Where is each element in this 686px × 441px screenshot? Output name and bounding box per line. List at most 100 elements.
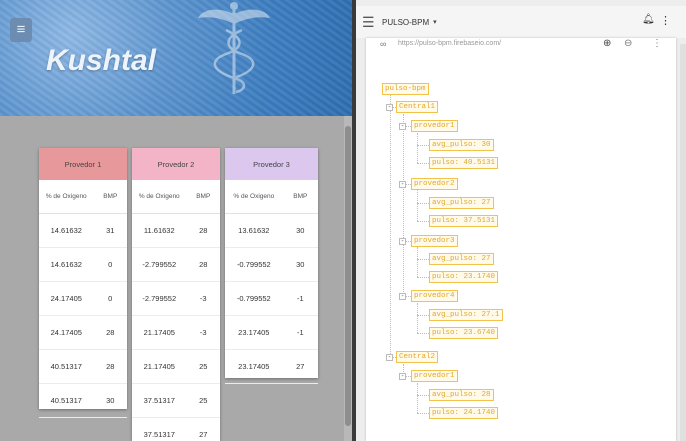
collapse-icon[interactable]: - bbox=[386, 354, 393, 361]
provider-1-card: Provedor 1 % de Oxigeno BMP 14.61632 31 1… bbox=[39, 148, 127, 418]
bpm-cell: -1 bbox=[296, 294, 304, 303]
tree-node-central2[interactable]: Central2 bbox=[396, 351, 439, 363]
hamburger-icon[interactable]: ☰ bbox=[362, 14, 376, 31]
bpm-col-header: BMP bbox=[103, 193, 118, 200]
bpm-cell: 28 bbox=[106, 362, 115, 371]
more-vert-icon[interactable]: ⋮ bbox=[660, 14, 671, 27]
database-panel: ∞ https://pulso-bpm.firebaseio.com/ ⊕ ⊖ … bbox=[366, 38, 676, 441]
oxygen-cell: -0.799552 bbox=[236, 294, 271, 303]
bpm-cell: -3 bbox=[199, 328, 207, 337]
collapse-icon[interactable]: - bbox=[399, 181, 406, 188]
table-row: 11.61632 28 bbox=[132, 214, 220, 248]
tree-line bbox=[417, 333, 429, 334]
tree-line bbox=[417, 277, 429, 278]
table-row: -2.799552 28 bbox=[132, 248, 220, 282]
bpm-cell: 30 bbox=[106, 396, 115, 405]
tree-leaf-pulso[interactable]: pulso: 40.5131 bbox=[429, 157, 499, 169]
collapse-icon[interactable]: - bbox=[399, 123, 406, 130]
oxygen-cell: 37.51317 bbox=[143, 430, 175, 439]
oxygen-cell: 24.17405 bbox=[50, 294, 82, 303]
menu-icon[interactable]: ≡ bbox=[10, 18, 32, 42]
oxygen-cell: 21.17405 bbox=[143, 362, 175, 371]
tree-leaf-avg-pulso[interactable]: avg_pulso: 30 bbox=[429, 139, 494, 151]
tree-line bbox=[417, 203, 429, 204]
bpm-cell: 30 bbox=[296, 226, 305, 235]
remove-circle-icon[interactable]: ⊖ bbox=[624, 38, 632, 49]
collapse-icon[interactable]: - bbox=[386, 104, 393, 111]
oxygen-cell: 11.61632 bbox=[143, 226, 175, 235]
bpm-cell: 0 bbox=[108, 294, 113, 303]
bpm-cell: 31 bbox=[106, 226, 115, 235]
oxygen-cell: 40.51317 bbox=[50, 396, 82, 405]
tree-line bbox=[417, 221, 429, 222]
link-icon: ∞ bbox=[380, 39, 387, 49]
oxygen-col-header: % de Oxigeno bbox=[233, 193, 275, 200]
database-url[interactable]: https://pulso-bpm.firebaseio.com/ bbox=[398, 40, 501, 47]
table-row: 14.61632 31 bbox=[39, 214, 127, 248]
bpm-cell: -1 bbox=[296, 328, 304, 337]
table-row: 21.17405 25 bbox=[132, 350, 220, 384]
bpm-cell: 28 bbox=[199, 226, 208, 235]
bpm-cell: 27 bbox=[199, 430, 208, 439]
oxygen-cell: -0.799552 bbox=[236, 260, 271, 269]
oxygen-col-header: % de Oxigeno bbox=[45, 193, 87, 200]
project-selector[interactable]: PULSO-BPM bbox=[382, 18, 429, 27]
table-row: 37.51317 25 bbox=[132, 384, 220, 418]
oxygen-col-header: % de Oxigeno bbox=[138, 193, 180, 200]
collapse-icon[interactable]: - bbox=[399, 373, 406, 380]
table-row: 40.51317 28 bbox=[39, 350, 127, 384]
firebase-console: ☰ PULSO-BPM ▾ 🔔︎ ⋮ ∞ https://pulso-bpm.f… bbox=[356, 0, 686, 441]
collapse-icon[interactable]: - bbox=[399, 238, 406, 245]
bpm-cell: 27 bbox=[296, 362, 305, 371]
tree-leaf-pulso[interactable]: pulso: 23.6740 bbox=[429, 327, 499, 339]
tree-line bbox=[417, 303, 418, 333]
table-row: 23.17405 27 bbox=[225, 350, 318, 384]
tree-node-central1[interactable]: Central1 bbox=[396, 101, 439, 113]
table-row: 40.51317 30 bbox=[39, 384, 127, 418]
left-scrollbar[interactable] bbox=[344, 116, 352, 441]
more-vert-icon[interactable]: ⋮ bbox=[652, 38, 662, 49]
tree-node-provedor3[interactable]: provedor3 bbox=[411, 235, 458, 247]
tree-node-provedor1[interactable]: provedor1 bbox=[411, 370, 458, 382]
bpm-cell: -3 bbox=[199, 294, 207, 303]
tree-leaf-pulso[interactable]: pulso: 24.1740 bbox=[429, 407, 499, 419]
tree-node-provedor1[interactable]: provedor1 bbox=[411, 120, 458, 132]
collapse-icon[interactable]: - bbox=[399, 293, 406, 300]
brand-title: Kushtal bbox=[46, 44, 157, 77]
tree-leaf-pulso[interactable]: pulso: 37.5131 bbox=[429, 215, 499, 227]
chevron-down-icon[interactable]: ▾ bbox=[433, 18, 437, 26]
tree-line bbox=[417, 145, 429, 146]
firebase-topbar: ☰ PULSO-BPM ▾ 🔔︎ ⋮ bbox=[356, 6, 686, 38]
tree-node-root[interactable]: pulso-bpm bbox=[382, 83, 429, 95]
kushtal-app: ≡ Kushtal Provedor 1 % de Oxigeno BMP 14… bbox=[0, 0, 352, 441]
oxygen-cell: 14.61632 bbox=[50, 226, 82, 235]
table-row: -0.799552 -1 bbox=[225, 282, 318, 316]
oxygen-cell: 40.51317 bbox=[50, 362, 82, 371]
table-row: -0.799552 30 bbox=[225, 248, 318, 282]
table-row: 21.17405 -3 bbox=[132, 316, 220, 350]
tree-node-provedor4[interactable]: provedor4 bbox=[411, 290, 458, 302]
table-row: 23.17405 -1 bbox=[225, 316, 318, 350]
bpm-col-header: BMP bbox=[293, 193, 308, 200]
tree-leaf-avg-pulso[interactable]: avg_pulso: 27 bbox=[429, 253, 494, 265]
tree-line bbox=[417, 133, 418, 163]
right-scrollbar[interactable] bbox=[680, 44, 686, 441]
tree-leaf-avg-pulso[interactable]: avg_pulso: 27 bbox=[429, 197, 494, 209]
tree-line bbox=[417, 315, 429, 316]
tree-leaf-avg-pulso[interactable]: avg_pulso: 28 bbox=[429, 389, 494, 401]
caduceus-icon bbox=[198, 2, 270, 94]
provider-2-col-headers: % de Oxigeno BMP bbox=[132, 180, 220, 214]
tree-line bbox=[417, 163, 429, 164]
scrollbar-thumb[interactable] bbox=[345, 126, 351, 426]
bpm-cell: 25 bbox=[199, 396, 208, 405]
bell-icon[interactable]: 🔔︎ bbox=[642, 14, 655, 25]
tree-node-provedor2[interactable]: provedor2 bbox=[411, 178, 458, 190]
table-row: 24.17405 28 bbox=[39, 316, 127, 350]
bpm-cell: 30 bbox=[296, 260, 305, 269]
tree-leaf-pulso[interactable]: pulso: 23.1740 bbox=[429, 271, 499, 283]
tree-leaf-avg-pulso[interactable]: avg_pulso: 27.1 bbox=[429, 309, 503, 321]
tree-line bbox=[403, 114, 404, 296]
provider-3-card: Provedor 3 % de Oxigeno BMP 13.61632 30 -… bbox=[225, 148, 318, 384]
add-circle-icon[interactable]: ⊕ bbox=[603, 38, 611, 49]
tree-line bbox=[390, 94, 391, 358]
